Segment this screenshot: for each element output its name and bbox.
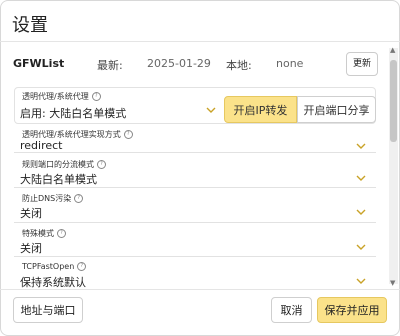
update-gfwlist-button[interactable]: 更新 [346, 52, 378, 76]
field-label: TCPFastOpen? [22, 262, 87, 271]
field-rule-port-mode[interactable]: 规则端口的分流模式? 大陆白名单模式 [14, 155, 376, 188]
help-icon[interactable]: ? [123, 130, 133, 139]
dialog-title: 设置 [12, 15, 48, 36]
field-value: 启用: 大陆白名单模式 [20, 107, 127, 120]
field-divider [14, 222, 376, 223]
gfwlist-latest-key: 最新: [97, 59, 123, 72]
chevron-down-icon[interactable] [356, 174, 366, 182]
field-dns-pollution[interactable]: 防止DNS污染? 关闭 [14, 189, 376, 222]
gfwlist-latest-value: 2025-01-29 [147, 57, 211, 70]
field-divider [14, 152, 376, 153]
field-value: 大陆白名单模式 [20, 173, 97, 186]
gfwlist-row: GFWList 最新: 2025-01-29 本地: none 更新 [0, 42, 388, 84]
chevron-down-icon[interactable] [356, 208, 366, 216]
help-icon[interactable]: ? [97, 160, 106, 169]
chevron-down-icon[interactable] [356, 277, 366, 285]
field-proxy-implementation[interactable]: 透明代理/系统代理实现方式? redirect [14, 125, 376, 153]
field-value: redirect [20, 139, 63, 152]
field-value: 关闭 [20, 207, 42, 220]
ip-forward-button[interactable]: 开启IP转发 [224, 96, 297, 123]
field-divider [14, 256, 376, 257]
field-label: 防止DNS污染? [22, 193, 84, 204]
field-value: 关闭 [20, 242, 42, 255]
chevron-down-icon[interactable] [356, 142, 366, 150]
address-port-button[interactable]: 地址与端口 [13, 297, 83, 323]
save-apply-button[interactable]: 保存并应用 [317, 297, 387, 323]
scrollbar-thumb[interactable] [390, 60, 397, 142]
help-icon[interactable]: ? [91, 92, 101, 101]
field-label: 规则端口的分流模式? [22, 159, 106, 170]
field-divider [14, 187, 376, 188]
gfwlist-label: GFWList [13, 57, 65, 70]
chevron-down-icon[interactable] [206, 106, 216, 114]
cancel-button[interactable]: 取消 [271, 297, 312, 323]
field-value: 保持系统默认 [20, 276, 86, 289]
field-special-mode[interactable]: 特殊模式? 关闭 [14, 224, 376, 257]
settings-scroll-area[interactable]: GFWList 最新: 2025-01-29 本地: none 更新 透明代理/… [0, 42, 388, 290]
port-share-button[interactable]: 开启端口分享 [297, 96, 376, 123]
footer-divider [0, 289, 400, 290]
settings-dialog: 设置 GFWList 最新: 2025-01-29 本地: none 更新 透明… [0, 0, 400, 336]
help-icon[interactable]: ? [57, 229, 66, 238]
chevron-down-icon[interactable] [356, 243, 366, 251]
field-label: 透明代理/系统代理? [22, 91, 101, 102]
help-icon[interactable]: ? [77, 262, 87, 271]
gfwlist-local-value: none [276, 57, 304, 70]
gfwlist-local-key: 本地: [226, 59, 252, 72]
field-tcp-fast-open[interactable]: TCPFastOpen? 保持系统默认 [14, 258, 376, 290]
scroll-down-arrow-icon[interactable]: ▼ [390, 279, 395, 287]
field-label: 特殊模式? [22, 228, 66, 239]
help-icon[interactable]: ? [74, 194, 84, 203]
scroll-up-arrow-icon[interactable]: ▲ [390, 46, 395, 54]
